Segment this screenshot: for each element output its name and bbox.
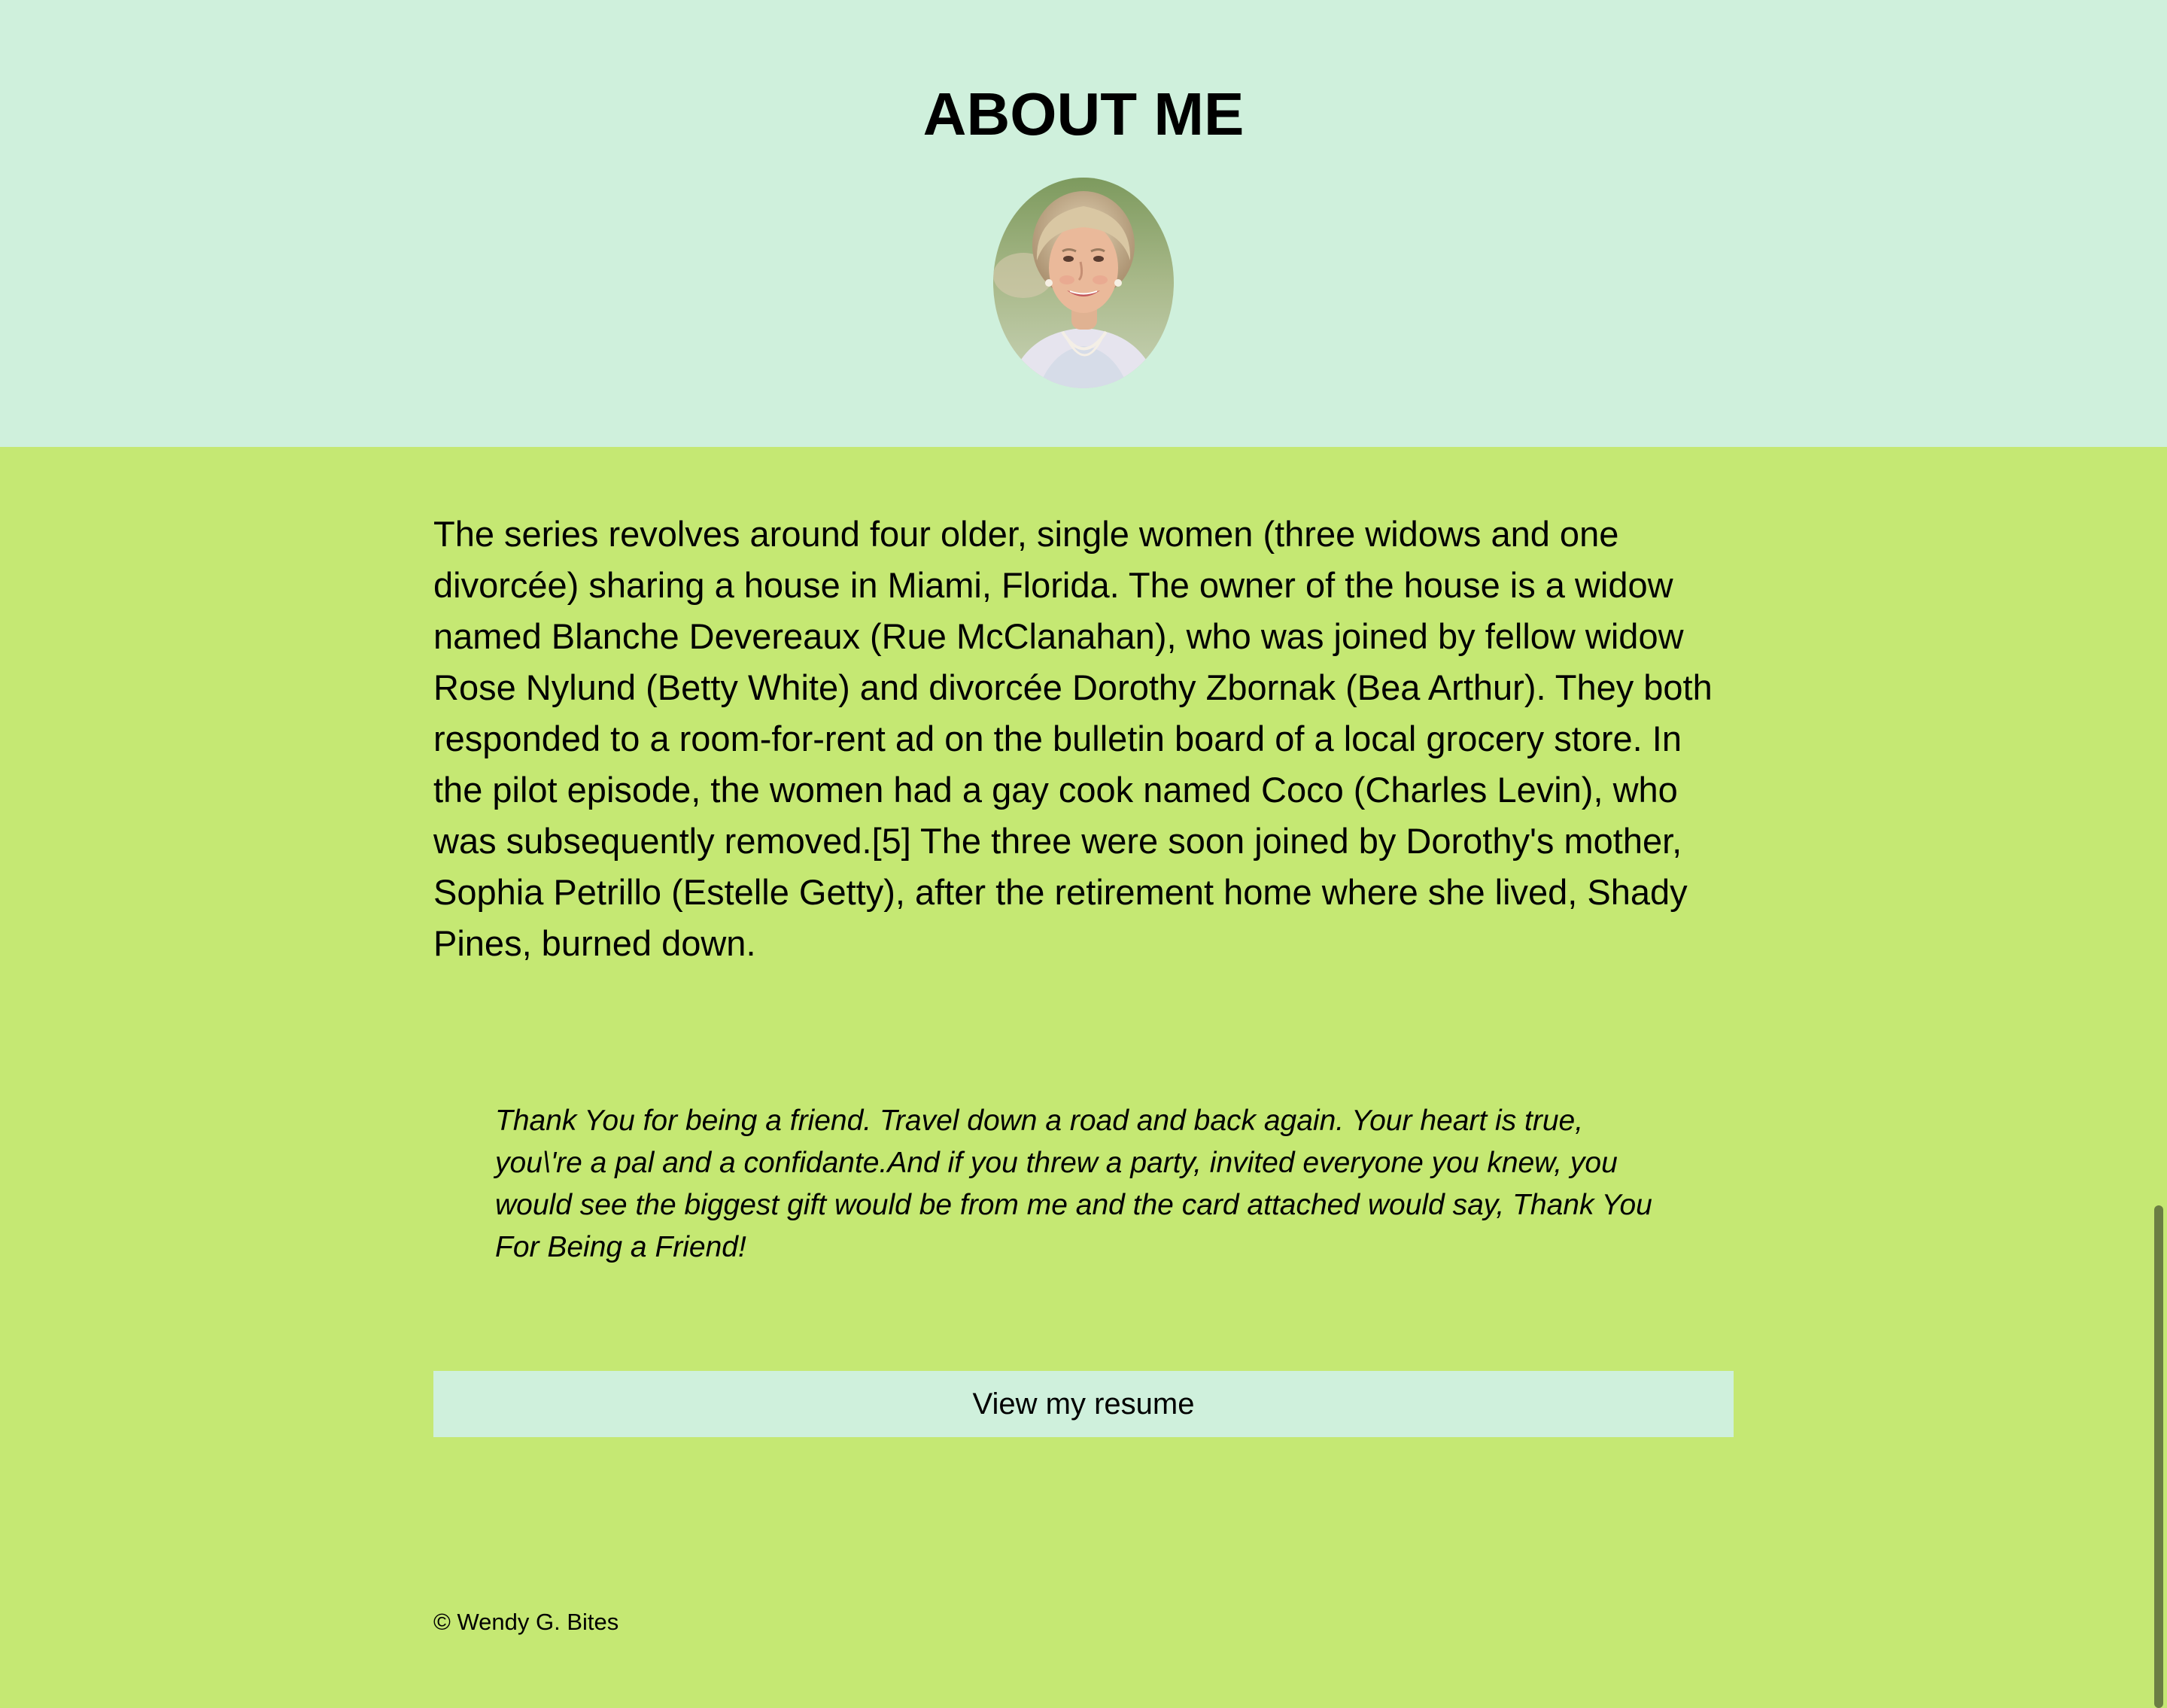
view-resume-button[interactable]: View my resume <box>433 1371 1734 1437</box>
avatar <box>993 178 1174 388</box>
bio-paragraph: The series revolves around four older, s… <box>433 514 1713 963</box>
page-title: ABOUT ME <box>922 81 1245 147</box>
scrollbar-thumb[interactable] <box>2154 1205 2163 1708</box>
page-header: ABOUT ME <box>0 0 2167 447</box>
quote-text: Thank You for being a friend. Travel dow… <box>495 1105 1652 1263</box>
footer-copyright: © Wendy G. Bites <box>433 1609 619 1635</box>
